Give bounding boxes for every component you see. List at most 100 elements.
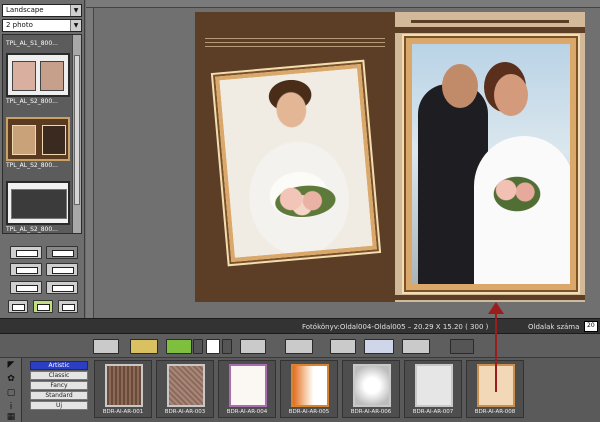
border-tile[interactable]: BDR-AI-AR-006 — [342, 360, 400, 418]
toolbar — [0, 334, 600, 358]
pointer-icon[interactable]: ◤ — [5, 360, 17, 370]
template-label: TPL_AL_S1_800... — [6, 40, 58, 47]
mask-button[interactable] — [330, 339, 356, 354]
photo-count-select-value: 2 photo — [6, 21, 33, 29]
groom-head — [442, 64, 478, 108]
crop-icon[interactable]: ▢ — [5, 388, 17, 398]
side-ruler — [86, 8, 94, 318]
fit-vertical-button[interactable] — [46, 246, 78, 259]
template-item[interactable]: TPL_AL_S2_800... — [6, 117, 70, 169]
photo-slot-icon — [12, 61, 36, 91]
orientation-select[interactable]: Landscape ▼ — [2, 4, 82, 17]
align-right-button[interactable] — [58, 300, 78, 313]
palette-icon[interactable]: ✿ — [5, 374, 17, 384]
style-item-standard[interactable]: Standard — [30, 391, 88, 400]
bride-photo[interactable] — [219, 68, 373, 258]
prev-next-button[interactable] — [130, 339, 158, 354]
canvas-area[interactable] — [94, 8, 600, 318]
indicator-arrow — [488, 302, 504, 392]
border-swatch — [415, 364, 453, 407]
bouquet-icon — [490, 174, 544, 214]
photo-slot-icon — [40, 61, 64, 91]
border-label: BDR-AI-AR-007 — [412, 409, 454, 415]
text-box-button[interactable] — [285, 339, 313, 354]
effect-icon[interactable] — [206, 339, 220, 354]
bouquet-icon — [268, 180, 342, 223]
template-thumbnail[interactable] — [6, 181, 70, 225]
couple-photo[interactable] — [412, 44, 570, 284]
template-panel: Landscape ▼ 2 photo ▼ TPL_AL_S1_800... T… — [0, 0, 85, 318]
chevron-down-icon[interactable]: ▼ — [70, 20, 81, 31]
decorative-bar — [411, 20, 569, 23]
border-swatch — [229, 364, 267, 407]
border-swatch — [291, 364, 329, 407]
template-list[interactable]: TPL_AL_S1_800... TPL_AL_S2_800... TPL_AL… — [2, 34, 82, 234]
fit-horizontal-button[interactable] — [10, 246, 42, 259]
photo-edit-button[interactable] — [402, 339, 430, 354]
style-item-artistic[interactable]: Artistic — [30, 361, 88, 370]
border-label: BDR-AI-AR-001 — [102, 409, 144, 415]
decorative-rule — [205, 38, 385, 39]
border-swatch — [353, 364, 391, 407]
border-swatch — [105, 364, 143, 407]
template-thumbnail[interactable] — [6, 53, 70, 97]
border-label: BDR-AI-AR-005 — [288, 409, 330, 415]
left-page[interactable] — [195, 12, 395, 302]
page-button[interactable] — [10, 281, 42, 294]
chevron-down-icon[interactable]: ▼ — [70, 5, 81, 16]
couple-photo-frame[interactable] — [406, 38, 576, 290]
top-ruler — [86, 0, 600, 8]
orientation-select-value: Landscape — [6, 6, 44, 14]
bottom-panel: ◤ ✿ ▢ i ▦ Artistic Classic Fancy Standar… — [0, 358, 600, 422]
close-icon[interactable] — [222, 339, 232, 354]
template-item[interactable]: TPL_AL_S2_800... — [6, 53, 70, 105]
grid-icon[interactable]: ▦ — [5, 412, 17, 422]
style-item-fancy[interactable]: Fancy — [30, 381, 88, 390]
border-label: BDR-AI-AR-006 — [350, 409, 392, 415]
bride-photo-frame[interactable] — [215, 63, 377, 263]
image-button[interactable] — [240, 339, 266, 354]
page-count-label: Oldalak száma — [528, 323, 580, 331]
move-left-button[interactable] — [10, 263, 42, 276]
align-left-button[interactable] — [8, 300, 28, 313]
template-label: TPL_AL_S2_800... — [6, 162, 58, 169]
style-item-classic[interactable]: Classic — [30, 371, 88, 380]
border-label: BDR-AI-AR-008 — [474, 409, 516, 415]
disabled-button[interactable] — [450, 339, 474, 354]
bride-head — [494, 74, 528, 116]
photo-slot-icon — [11, 189, 67, 219]
photo-button[interactable] — [93, 339, 119, 354]
border-strip: BDR-AI-AR-001 BDR-AI-AR-003 BDR-AI-AR-00… — [94, 360, 524, 420]
scrollbar-thumb[interactable] — [74, 55, 80, 205]
template-thumbnail[interactable] — [6, 117, 70, 161]
info-bar: Fotókönyv:Oldal004-Oldal005 – 20.29 X 15… — [0, 318, 600, 334]
template-item[interactable]: TPL_AL_S1_800... — [6, 39, 70, 47]
style-item-new[interactable]: Uj — [30, 401, 88, 410]
tool-column: ◤ ✿ ▢ i ▦ — [0, 358, 22, 422]
photo-slot-icon — [42, 125, 66, 155]
border-swatch — [167, 364, 205, 407]
align-center-button[interactable] — [33, 300, 53, 313]
template-scrollbar[interactable] — [72, 35, 81, 233]
decorative-bar — [395, 295, 585, 300]
right-page[interactable] — [395, 12, 585, 302]
close-icon[interactable] — [193, 339, 203, 354]
border-tile[interactable]: BDR-AI-AR-004 — [218, 360, 276, 418]
template-label: TPL_AL_S2_800... — [6, 226, 58, 233]
color-button[interactable] — [364, 339, 394, 354]
page-swap-button[interactable] — [46, 281, 78, 294]
frame-select-button[interactable] — [166, 339, 192, 354]
border-label: BDR-AI-AR-003 — [164, 409, 206, 415]
border-tile[interactable]: BDR-AI-AR-001 — [94, 360, 152, 418]
photo-count-select[interactable]: 2 photo ▼ — [2, 19, 82, 32]
border-label: BDR-AI-AR-004 — [226, 409, 268, 415]
move-right-button[interactable] — [46, 263, 78, 276]
info-icon[interactable]: i — [5, 402, 17, 412]
page-count-input[interactable]: 20 — [584, 321, 598, 332]
template-item[interactable]: TPL_AL_S2_800... — [6, 181, 70, 233]
style-list: Artistic Classic Fancy Standard Uj — [30, 361, 88, 411]
border-tile[interactable]: BDR-AI-AR-005 — [280, 360, 338, 418]
template-label: TPL_AL_S2_800... — [6, 98, 58, 105]
border-tile[interactable]: BDR-AI-AR-003 — [156, 360, 214, 418]
border-tile[interactable]: BDR-AI-AR-007 — [404, 360, 462, 418]
